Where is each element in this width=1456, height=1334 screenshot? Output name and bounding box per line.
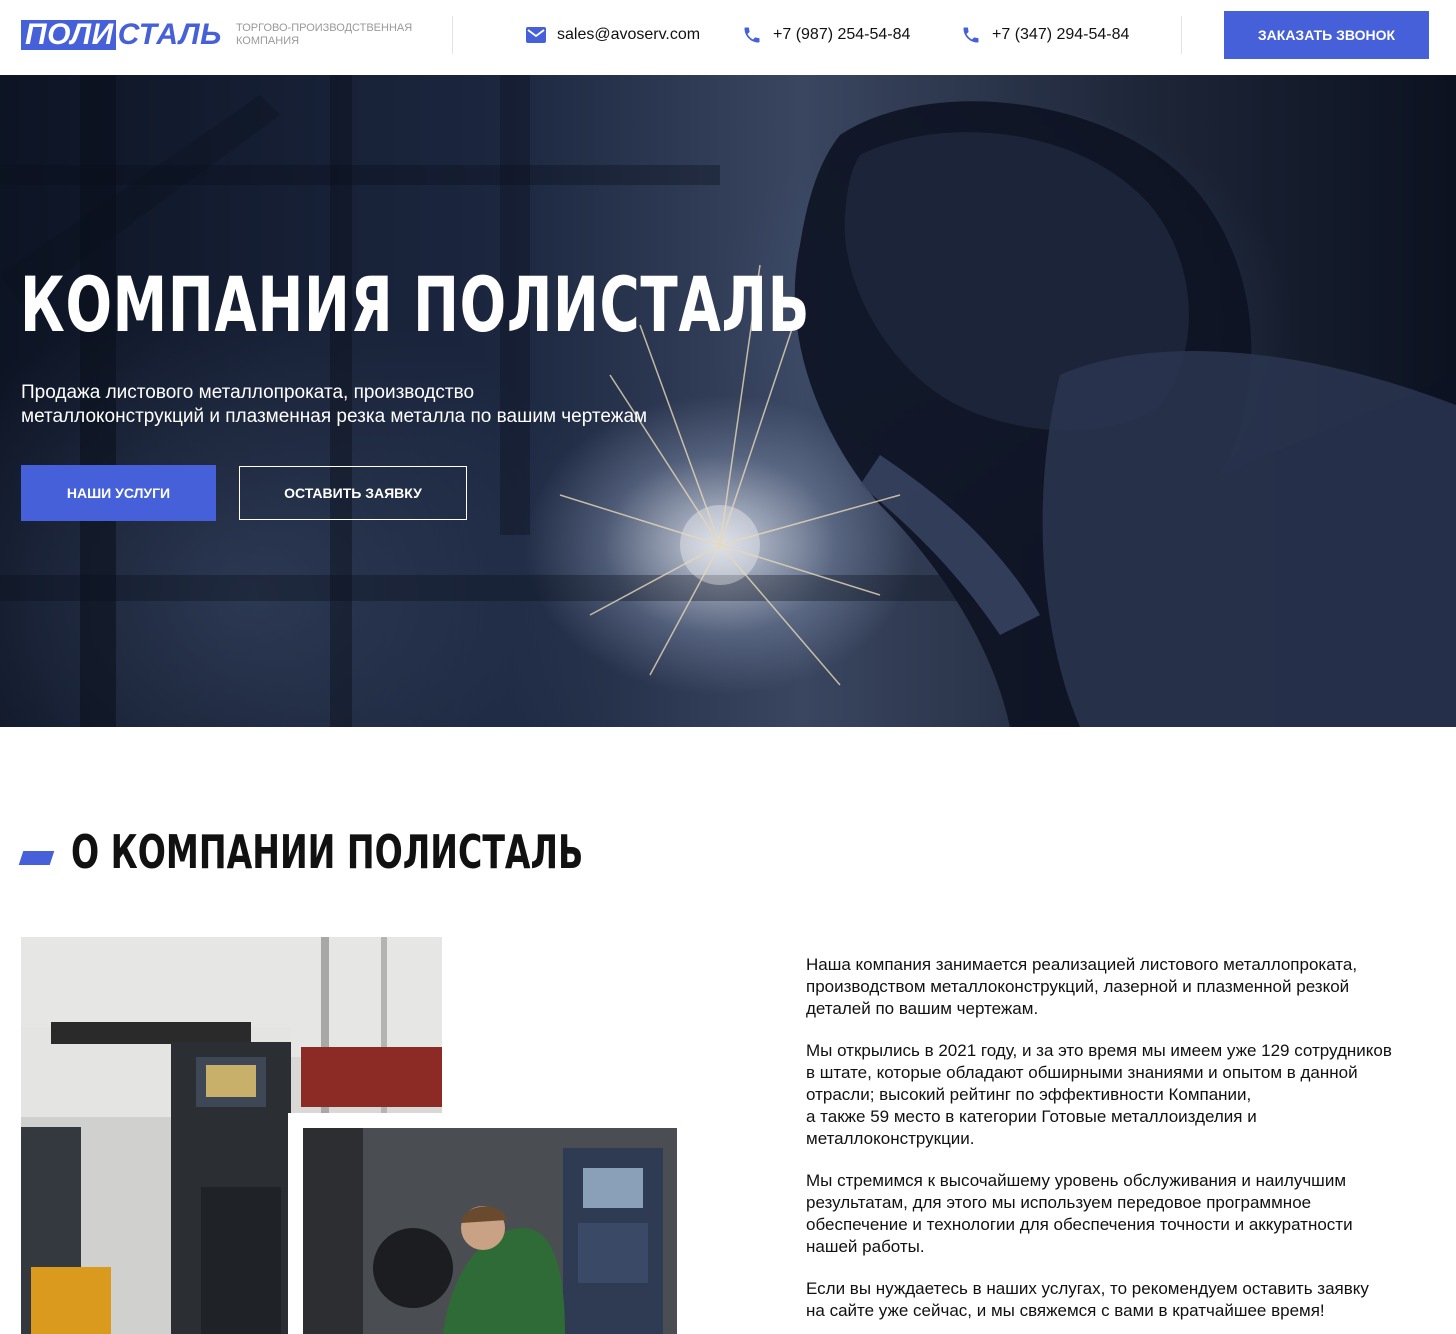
about-paragraph: Мы стремимся к высочайшему уровень обслу… — [806, 1171, 1353, 1256]
divider — [1181, 16, 1182, 54]
about-paragraph: Наша компания занимается реализацией лис… — [806, 955, 1358, 1018]
about-section-title: О КОМПАНИИ ПОЛИСТАЛЬ — [71, 825, 584, 879]
hero-title: КОМПАНИЯ ПОЛИСТАЛЬ — [20, 260, 811, 349]
email-text: sales@avoserv.com — [557, 26, 701, 43]
about-paragraph: Мы открылись в 2021 году, и за это время… — [806, 1041, 1392, 1148]
phone-link-1[interactable]: +7 (987) 254-54-84 — [742, 24, 910, 46]
about-description: Наша компания занимается реализацией лис… — [806, 954, 1456, 1334]
hero-subtitle: Продажа листового металлопроката, произв… — [21, 381, 761, 429]
section-title-marker — [18, 851, 55, 865]
logo-part2: СТАЛЬ — [117, 18, 222, 51]
email-link[interactable]: sales@avoserv.com — [526, 24, 700, 46]
phone-text-1: +7 (987) 254-54-84 — [773, 26, 911, 43]
site-header: ПОЛИ СТАЛЬ Торгово-производственная компа… — [0, 0, 1456, 75]
hero-banner: КОМПАНИЯ ПОЛИСТАЛЬ Продажа листового мет… — [0, 75, 1456, 727]
logo-part1: ПОЛИ — [21, 20, 116, 50]
hero-subtitle-line: металлоконструкций и плазменная резка ме… — [21, 406, 648, 427]
about-paragraph: Если вы нуждаетесь в наших услугах, то р… — [806, 1279, 1369, 1320]
our-services-button[interactable]: Наши услуги — [21, 465, 216, 521]
logo[interactable]: ПОЛИ СТАЛЬ — [21, 20, 222, 50]
operator-photo-frame — [288, 1113, 677, 1334]
hero-subtitle-line: Продажа листового металлопроката, произв… — [21, 382, 475, 403]
tagline: Торгово-производственная компания — [236, 22, 413, 47]
order-call-button[interactable]: Заказать звонок — [1224, 11, 1429, 59]
operator-photo — [303, 1128, 677, 1334]
phone-link-2[interactable]: +7 (347) 294-54-84 — [961, 24, 1129, 46]
leave-request-button[interactable]: Оставить заявку — [239, 466, 467, 520]
phone-text-2: +7 (347) 294-54-84 — [992, 26, 1130, 43]
mail-icon — [526, 27, 546, 43]
divider — [452, 16, 453, 54]
phone-icon — [961, 25, 981, 45]
phone-icon — [742, 25, 762, 45]
